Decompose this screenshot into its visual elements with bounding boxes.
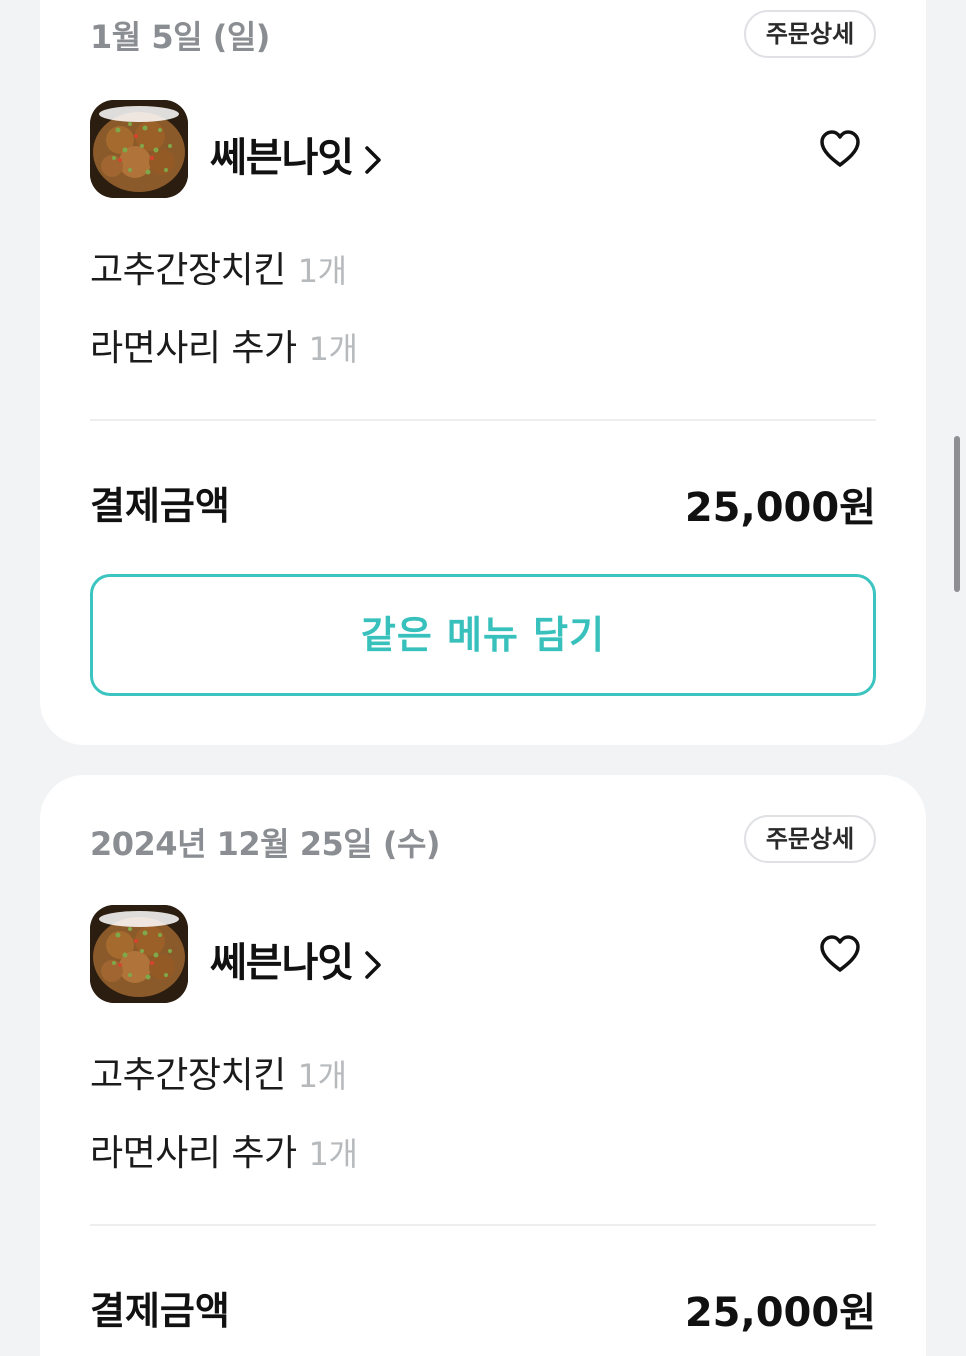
menu-item-name: 고추간장치킨 — [90, 250, 286, 291]
order-menu-item: 라면사리 추가 1개 — [90, 319, 358, 371]
store-thumbnail[interactable] — [90, 100, 188, 198]
heart-outline-icon[interactable] — [818, 127, 862, 171]
divider — [90, 419, 876, 421]
order-date: 2024년 12월 25일 (수) — [90, 825, 441, 863]
order-detail-button[interactable]: 주문상세 — [744, 10, 876, 58]
order-date: 1월 5일 (일) — [90, 18, 270, 56]
order-card: 1월 5일 (일) 주문상세 쎄븐나잇 고추간장치킨 1개 라면사리 추가 1개… — [40, 0, 926, 745]
store-thumbnail[interactable] — [90, 905, 188, 1003]
divider — [90, 1224, 876, 1226]
heart-outline-icon[interactable] — [818, 932, 862, 976]
scrollbar[interactable] — [954, 436, 960, 592]
menu-item-qty: 1개 — [308, 330, 358, 368]
payment-amount: 25,000원 — [684, 485, 876, 531]
chevron-right-icon — [365, 951, 381, 979]
menu-item-name: 라면사리 추가 — [90, 328, 297, 369]
store-name: 쎄븐나잇 — [210, 940, 354, 986]
chevron-right-icon — [365, 146, 381, 174]
menu-item-name: 라면사리 추가 — [90, 1133, 297, 1174]
store-name-link[interactable]: 쎄븐나잇 — [210, 930, 383, 988]
payment-label: 결제금액 — [90, 484, 230, 528]
store-name: 쎄븐나잇 — [210, 135, 354, 181]
order-menu-item: 고추간장치킨 1개 — [90, 241, 347, 293]
menu-item-qty: 1개 — [297, 252, 347, 290]
payment-label: 결제금액 — [90, 1289, 230, 1333]
menu-item-name: 고추간장치킨 — [90, 1055, 286, 1096]
order-menu-item: 고추간장치킨 1개 — [90, 1046, 347, 1098]
menu-item-qty: 1개 — [308, 1135, 358, 1173]
order-card: 2024년 12월 25일 (수) 주문상세 쎄븐나잇 고추간장치킨 1개 라면… — [40, 775, 926, 1356]
reorder-same-menu-button[interactable]: 같은 메뉴 담기 — [90, 574, 876, 696]
order-detail-button[interactable]: 주문상세 — [744, 815, 876, 863]
order-menu-item: 라면사리 추가 1개 — [90, 1124, 358, 1176]
store-name-link[interactable]: 쎄븐나잇 — [210, 125, 383, 183]
menu-item-qty: 1개 — [297, 1057, 347, 1095]
order-history-page: 1월 5일 (일) 주문상세 쎄븐나잇 고추간장치킨 1개 라면사리 추가 1개… — [0, 0, 966, 1356]
payment-amount: 25,000원 — [684, 1290, 876, 1336]
